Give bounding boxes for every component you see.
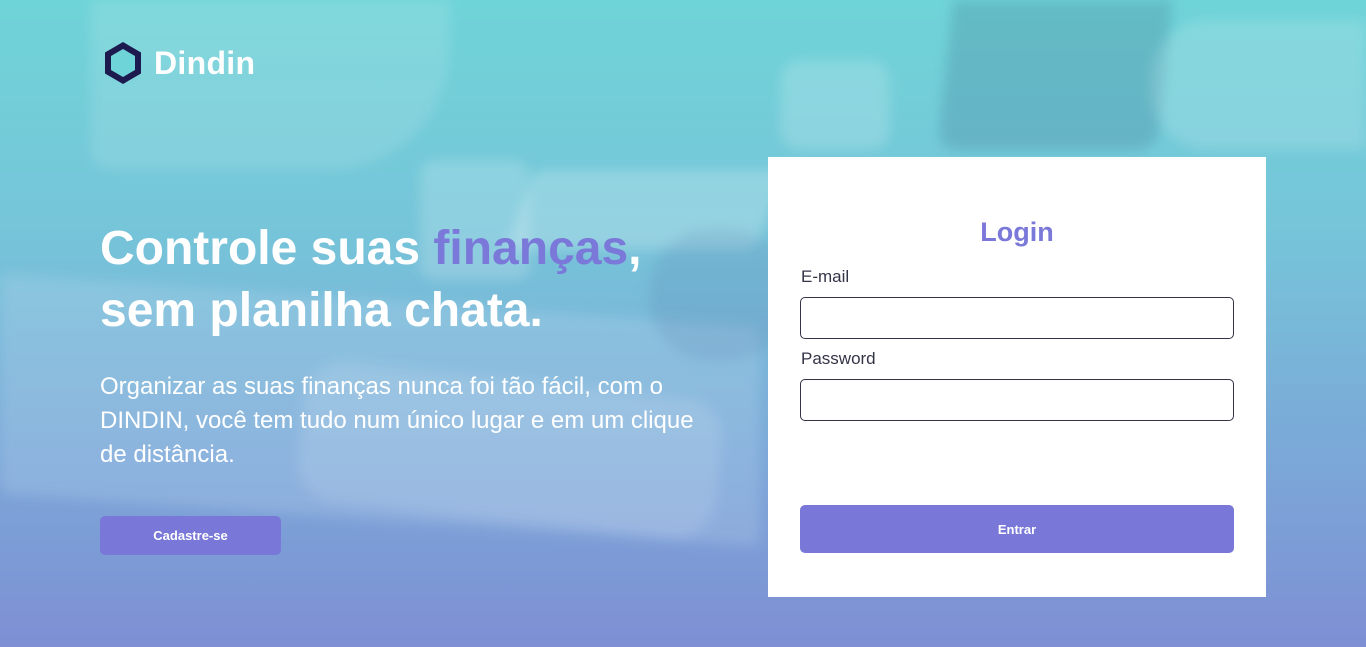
password-field[interactable] — [800, 379, 1234, 421]
password-label: Password — [801, 349, 876, 368]
hero-headline: Controle suas finanças, sem planilha cha… — [100, 218, 740, 342]
hexagon-logo-icon — [105, 42, 141, 84]
login-submit-button[interactable]: Entrar — [800, 505, 1234, 553]
hero-section: Controle suas finanças, sem planilha cha… — [100, 218, 740, 472]
headline-text: Controle suas — [100, 222, 434, 275]
email-label: E-mail — [801, 267, 850, 286]
headline-line2: sem planilha chata. — [100, 284, 543, 337]
signup-button[interactable]: Cadastre-se — [100, 516, 281, 555]
brand-logo: Dindin — [102, 40, 255, 86]
brand-name: Dindin — [154, 44, 256, 81]
headline-accent: finanças — [433, 222, 629, 275]
login-title: Login — [980, 217, 1054, 247]
hero-subtitle: Organizar as suas finanças nunca foi tão… — [100, 373, 694, 468]
login-card: Login E-mail Password Entrar — [768, 157, 1266, 597]
email-field[interactable] — [800, 297, 1234, 339]
headline-comma: , — [628, 222, 642, 275]
